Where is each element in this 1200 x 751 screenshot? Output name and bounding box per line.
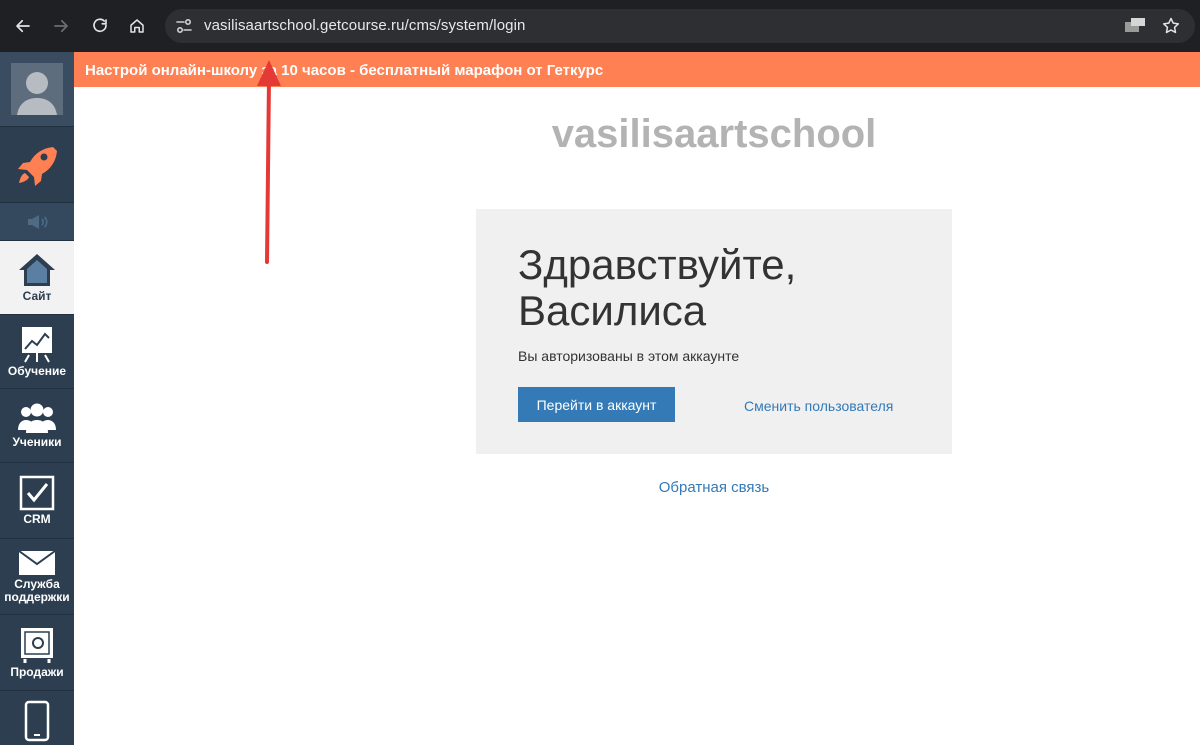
- speaker-icon: [28, 214, 48, 229]
- greeting: Здравствуйте, Василиса: [518, 242, 796, 334]
- sidebar-rocket[interactable]: [0, 127, 74, 203]
- safe-icon: [21, 628, 53, 663]
- switch-user-link[interactable]: Сменить пользователя: [744, 398, 893, 414]
- extension-icon[interactable]: [1125, 18, 1145, 34]
- greeting-line-2: Василиса: [518, 287, 707, 334]
- sidebar-item-support[interactable]: Служба поддержки: [0, 539, 74, 615]
- sidebar-item-site[interactable]: Сайт: [0, 241, 74, 315]
- back-button[interactable]: [7, 10, 39, 42]
- forward-button[interactable]: [45, 10, 77, 42]
- feedback-link[interactable]: Обратная связь: [476, 479, 952, 496]
- mobile-phone-icon: [24, 700, 50, 742]
- sidebar-item-students[interactable]: Ученики: [0, 389, 74, 463]
- url-text[interactable]: vasilisaartschool.getcourse.ru/cms/syste…: [204, 17, 526, 34]
- sidebar-avatar[interactable]: [0, 52, 74, 127]
- promo-banner[interactable]: Настрой онлайн-школу за 10 часов - беспл…: [74, 52, 1200, 87]
- browser-toolbar: vasilisaartschool.getcourse.ru/cms/syste…: [0, 0, 1200, 52]
- sidebar-item-sales[interactable]: Продажи: [0, 615, 74, 691]
- sidebar-item-label: Служба поддержки: [4, 576, 70, 604]
- address-bar[interactable]: vasilisaartschool.getcourse.ru/cms/syste…: [165, 9, 1195, 43]
- site-settings-icon[interactable]: [174, 16, 194, 36]
- sidebar-item-label: Ученики: [12, 435, 62, 449]
- login-card: Здравствуйте, Василиса Вы авторизованы в…: [476, 209, 952, 454]
- sidebar-item-crm[interactable]: CRM: [0, 463, 74, 539]
- school-title: vasilisaartschool: [551, 112, 877, 156]
- reload-icon: [93, 18, 107, 33]
- sidebar-item-label: Продажи: [10, 665, 64, 679]
- home-outline-icon: [130, 19, 144, 33]
- arrow-right-icon: [54, 19, 68, 33]
- sidebar: Сайт Обучение Ученики CRM Служба поддерж…: [0, 52, 74, 745]
- rocket-icon: [18, 146, 57, 186]
- chart-board-icon: [22, 327, 52, 363]
- sidebar-item-mobile[interactable]: [0, 691, 74, 751]
- users-icon: [18, 403, 56, 433]
- sidebar-notifications[interactable]: [0, 203, 74, 241]
- sidebar-item-label: Обучение: [7, 364, 67, 378]
- home-icon: [19, 254, 55, 286]
- sidebar-item-learning[interactable]: Обучение: [0, 315, 74, 389]
- envelope-icon: [18, 549, 56, 575]
- user-avatar-icon: [11, 63, 63, 115]
- auth-status-text: Вы авторизованы в этом аккаунте: [518, 348, 740, 364]
- go-to-account-button[interactable]: Перейти в аккаунт: [518, 387, 675, 422]
- arrow-left-icon: [16, 19, 30, 33]
- checkbox-icon: [19, 475, 55, 511]
- sidebar-item-label: Сайт: [22, 289, 52, 303]
- reload-button[interactable]: [84, 10, 116, 42]
- sidebar-item-label: CRM: [23, 512, 51, 526]
- bookmark-star-icon[interactable]: [1161, 16, 1181, 36]
- home-button[interactable]: [121, 10, 153, 42]
- greeting-line-1: Здравствуйте,: [518, 241, 797, 288]
